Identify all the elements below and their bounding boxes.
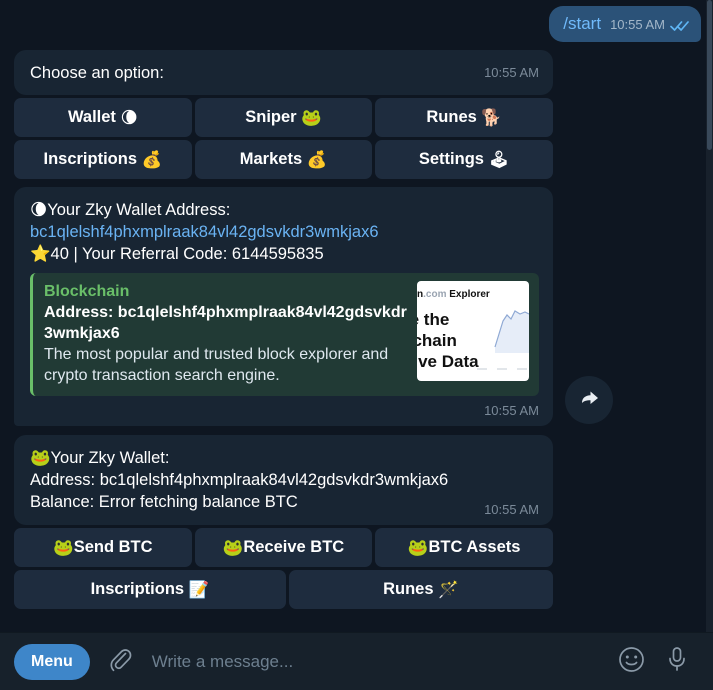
wallet-summary-address: Address: bc1qlelshf4phxmplraak84vl42gdsv… [30,471,449,489]
keyboard-button-inscriptions-wallet-label: Inscriptions [90,580,185,598]
microphone-icon [665,645,689,678]
wallet-referral-text: 40 | Your Referral Code: 6144595835 [50,245,324,263]
star-icon: ⭐ [30,244,51,263]
main-keyboard-row-1: Wallet 🌘 Sniper 🐸 Runes 🐕 [0,98,554,137]
frog-icon: 🐸 [53,537,74,557]
outgoing-message-meta: 10:55 AM [610,17,689,32]
keyboard-button-sniper-label: Sniper [245,108,297,126]
frog-icon: 🐸 [301,107,322,127]
wallet-summary-heading: 🐸Your Zky Wallet: [30,447,539,469]
keyboard-button-sniper[interactable]: Sniper 🐸 [194,98,373,137]
wallet-address-heading: 🌘Your Zky Wallet Address: [30,199,539,221]
link-preview-text: Blockchain Address: bc1qlelshf4phxmplraa… [44,281,409,386]
keyboard-button-settings[interactable]: Settings 🕹 [375,140,554,179]
link-preview-card[interactable]: Blockchain Address: bc1qlelshf4phxmplraa… [30,273,539,396]
keyboard-button-markets-label: Markets [239,150,303,168]
wallet-address-message-row: 🌘Your Zky Wallet Address: bc1qlelshf4phx… [0,179,713,426]
memo-icon: 📝 [188,579,210,599]
outgoing-message-text: /start [563,14,602,33]
keyboard-button-wallet[interactable]: Wallet 🌘 [14,98,192,137]
keyboard-button-send-btc-label: Send BTC [73,538,153,556]
choose-option-time: 10:55 AM [484,65,539,80]
money-bag-icon: 💰 [141,149,163,169]
attach-button[interactable] [102,646,138,677]
moon-icon: 🌘 [120,108,138,127]
chat-scrollbar-track[interactable] [706,0,713,632]
wallet-summary-bubble[interactable]: 🐸Your Zky Wallet: Address: bc1qlelshf4ph… [14,435,553,525]
magic-wand-icon: 🪄 [438,579,459,599]
double-check-icon [670,19,689,31]
outgoing-message-row: /start 10:55 AM [0,0,713,42]
keyboard-button-markets[interactable]: Markets 💰 [194,140,373,179]
keyboard-button-settings-label: Settings [418,150,484,168]
menu-button[interactable]: Menu [14,643,90,680]
keyboard-button-inscriptions-wallet[interactable]: Inscriptions 📝 [14,570,286,609]
voice-record-button[interactable] [655,645,699,678]
keyboard-button-wallet-label: Wallet [67,108,116,126]
link-preview-site-name: Blockchain [44,283,130,300]
chat-message-list[interactable]: /start 10:55 AM 10:55 AM Choose an optio… [0,0,713,632]
wallet-referral-line: ⭐40 | Your Referral Code: 6144595835 [30,243,539,265]
message-input[interactable]: Write a message... [138,652,608,672]
choose-option-message-row: 10:55 AM Choose an option: [0,42,713,95]
wallet-summary-balance: Balance: Error fetching balance BTC [30,493,298,511]
paperclip-icon [108,646,132,677]
wallet-address-heading-text: Your Zky Wallet Address: [47,201,231,219]
keyboard-button-receive-btc-label: Receive BTC [243,538,345,556]
forward-message-button[interactable] [565,376,613,424]
keyboard-button-runes-label: Runes [426,108,477,126]
wallet-address-bubble[interactable]: 🌘Your Zky Wallet Address: bc1qlelshf4phx… [14,187,553,426]
emoji-button[interactable] [608,646,655,678]
link-preview-thumbnail[interactable]: chain.com Explorer re the kchain Live Da… [417,281,529,381]
wallet-address-time: 10:55 AM [484,403,539,418]
outgoing-message-time: 10:55 AM [610,17,665,32]
joystick-icon: 🕹 [488,149,510,169]
wallet-keyboard-row-2: Inscriptions 📝 Runes 🪄 [0,570,553,609]
message-composer-bar: Menu Write a message... [0,632,713,690]
wallet-summary-time: 10:55 AM [484,502,539,517]
dog-icon: 🐕 [481,107,502,127]
keyboard-button-inscriptions[interactable]: Inscriptions 💰 [14,140,192,179]
frog-icon: 🐸 [222,537,244,557]
forward-arrow-icon [577,386,601,415]
money-bag-icon: 💰 [306,149,328,169]
choose-option-text: Choose an option: [30,64,164,82]
wallet-summary-message-row: 🐸Your Zky Wallet: Address: bc1qlelshf4ph… [0,426,713,525]
choose-option-bubble[interactable]: 10:55 AM Choose an option: [14,50,553,95]
wallet-summary-heading-text: Your Zky Wallet: [50,449,170,467]
wallet-address-link[interactable]: bc1qlelshf4phxmplraak84vl42gdsvkdr3wmkja… [30,221,539,243]
keyboard-button-btc-assets-label: BTC Assets [428,538,521,556]
keyboard-button-runes-wallet[interactable]: Runes 🪄 [288,570,553,609]
smiley-icon [618,646,645,678]
keyboard-button-send-btc[interactable]: 🐸 Send BTC [14,528,192,567]
frog-icon: 🐸 [30,448,51,467]
outgoing-message-bubble[interactable]: /start 10:55 AM [549,6,701,42]
keyboard-button-inscriptions-label: Inscriptions [43,150,138,168]
chat-scrollbar-thumb[interactable] [707,0,712,150]
keyboard-button-runes[interactable]: Runes 🐕 [375,98,554,137]
main-keyboard-row-2: Inscriptions 💰 Markets 💰 Settings 🕹 [0,140,554,179]
link-preview-title: Address: bc1qlelshf4phxmplraak84vl42gdsv… [44,304,407,342]
keyboard-button-runes-wallet-label: Runes [383,580,434,598]
thumbnail-chart-icon [477,310,529,370]
link-preview-description: The most popular and trusted block explo… [44,346,389,384]
moon-icon: 🌘 [30,200,48,219]
wallet-keyboard-row-1: 🐸 Send BTC 🐸 Receive BTC 🐸 BTC Assets [0,528,554,567]
keyboard-button-btc-assets[interactable]: 🐸 BTC Assets [375,528,554,567]
frog-icon: 🐸 [407,537,429,557]
keyboard-button-receive-btc[interactable]: 🐸 Receive BTC [194,528,373,567]
